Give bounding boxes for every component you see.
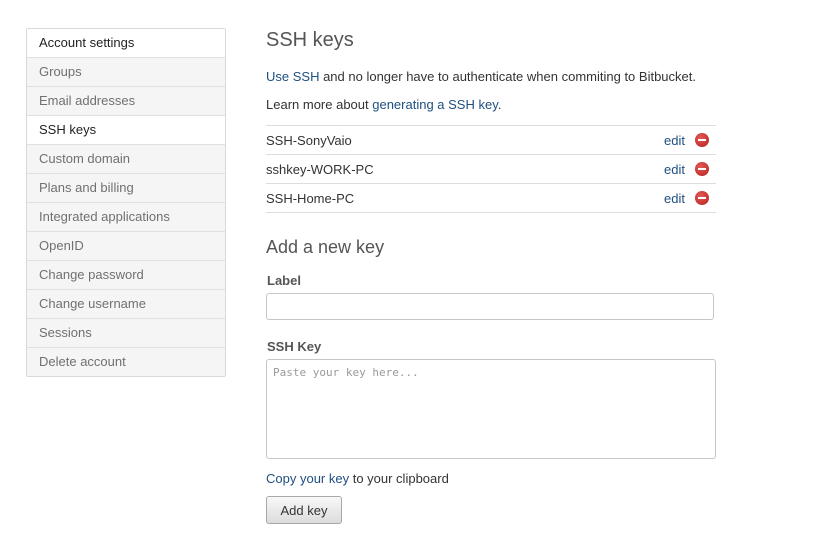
add-key-section-title: Add a new key xyxy=(266,237,385,257)
sidebar-item-change-username[interactable]: Change username xyxy=(27,289,225,318)
sidebar-item-sessions[interactable]: Sessions xyxy=(27,318,225,347)
intro-learn-more: Learn more about generating a SSH key. xyxy=(266,97,501,112)
copy-key-line: Copy your key to your clipboard xyxy=(266,471,449,486)
ssh-key-list: SSH-SonyVaio edit sshkey-WORK-PC edit SS… xyxy=(266,125,716,213)
sidebar-item-ssh-keys[interactable]: SSH keys xyxy=(27,115,225,144)
minus-circle-icon[interactable] xyxy=(695,162,709,176)
copy-key-rest: to your clipboard xyxy=(349,471,449,486)
sidebar-item-delete-account[interactable]: Delete account xyxy=(27,347,225,376)
sidebar-item-groups[interactable]: Groups xyxy=(27,57,225,86)
ssh-key-row: SSH-SonyVaio edit xyxy=(266,126,716,155)
page-title: SSH keys xyxy=(266,29,354,51)
ssh-key-textarea[interactable] xyxy=(266,359,716,459)
label-field-label: Label xyxy=(267,273,301,288)
sidebar-item-change-password[interactable]: Change password xyxy=(27,260,225,289)
sidebar-item-custom-domain[interactable]: Custom domain xyxy=(27,144,225,173)
learn-more-text: Learn more about xyxy=(266,97,373,112)
sidebar-item-integrated-applications[interactable]: Integrated applications xyxy=(27,202,225,231)
edit-key-link[interactable]: edit xyxy=(664,191,685,206)
intro-ssh-rest: and no longer have to authenticate when … xyxy=(319,69,696,84)
ssh-key-name: sshkey-WORK-PC xyxy=(266,162,374,177)
minus-circle-icon[interactable] xyxy=(695,133,709,147)
use-ssh-link[interactable]: Use SSH xyxy=(266,69,319,84)
copy-your-key-link[interactable]: Copy your key xyxy=(266,471,349,486)
ssh-key-row: SSH-Home-PC edit xyxy=(266,184,716,213)
settings-sidebar: Account settings Groups Email addresses … xyxy=(26,28,226,377)
sidebar-item-account-settings[interactable]: Account settings xyxy=(27,29,225,57)
intro-ssh-text: Use SSH and no longer have to authentica… xyxy=(266,69,696,84)
edit-key-link[interactable]: edit xyxy=(664,162,685,177)
sidebar-item-openid[interactable]: OpenID xyxy=(27,231,225,260)
ssh-key-name: SSH-SonyVaio xyxy=(266,133,352,148)
edit-key-link[interactable]: edit xyxy=(664,133,685,148)
learn-more-suffix: . xyxy=(497,97,502,112)
sidebar-item-plans-and-billing[interactable]: Plans and billing xyxy=(27,173,225,202)
label-input[interactable] xyxy=(266,293,714,320)
minus-circle-icon[interactable] xyxy=(695,191,709,205)
add-key-button[interactable]: Add key xyxy=(266,496,342,524)
ssh-key-field-label: SSH Key xyxy=(267,339,322,354)
sidebar-item-email-addresses[interactable]: Email addresses xyxy=(27,86,225,115)
ssh-key-row: sshkey-WORK-PC edit xyxy=(266,155,716,184)
generating-ssh-key-link[interactable]: generating a SSH key xyxy=(372,97,498,112)
ssh-key-name: SSH-Home-PC xyxy=(266,191,355,206)
